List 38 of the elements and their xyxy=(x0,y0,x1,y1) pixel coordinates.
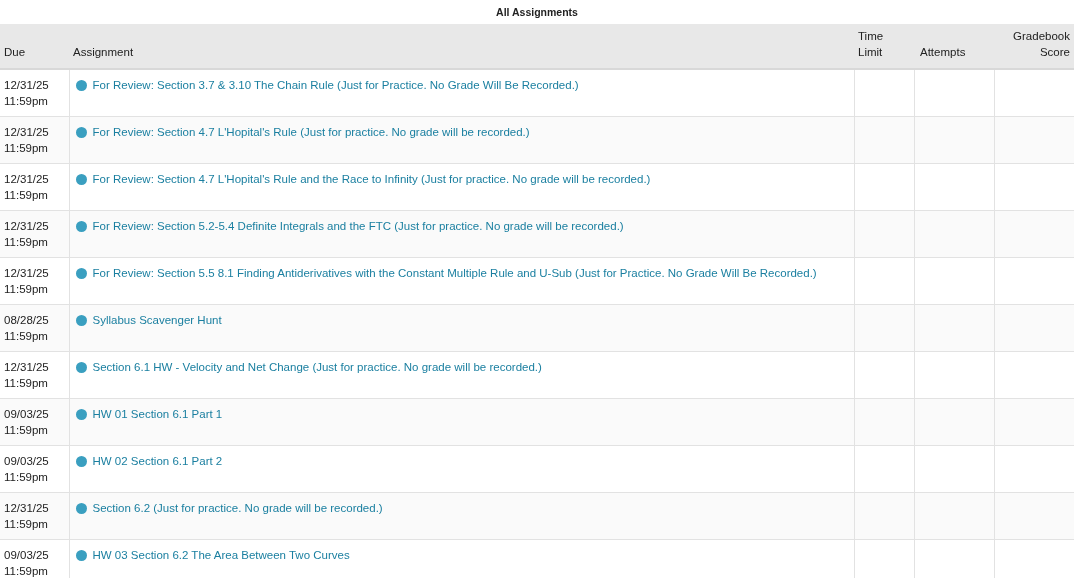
column-header: Time Limit xyxy=(858,29,884,60)
due-date: 08/28/25 11:59pm xyxy=(3,313,50,344)
column-header: Assignment xyxy=(73,45,134,60)
due-date: 12/31/25 11:59pm xyxy=(3,501,50,532)
due-date: 09/03/25 11:59pm xyxy=(3,548,50,578)
due-date: 12/31/25 11:59pm xyxy=(3,266,50,297)
due-date: 09/03/25 11:59pm xyxy=(3,407,50,438)
page-title: All Assignments xyxy=(495,5,579,20)
status-dot-icon xyxy=(75,315,87,326)
status-dot-icon xyxy=(75,221,87,232)
status-dot-icon xyxy=(75,362,87,373)
assignment-link[interactable]: For Review: Section 3.7 & 3.10 The Chain Rule (Just for Practice. No Grade Will Be Recorded.) xyxy=(92,78,579,93)
due-date: 12/31/25 11:59pm xyxy=(3,78,50,109)
status-dot-icon xyxy=(75,80,87,91)
due-date: 12/31/25 11:59pm xyxy=(3,360,50,391)
assignment-link[interactable]: HW 02 Section 6.1 Part 2 xyxy=(92,454,223,469)
assignment-link[interactable]: Section 6.2 (Just for practice. No grade will be recorded.) xyxy=(92,501,383,516)
column-header: Attempts xyxy=(920,45,966,60)
assignment-link[interactable]: For Review: Section 5.5 8.1 Finding Antiderivatives with the Constant Multiple Rule and U-Sub (Just for Practice. No Grade Will Be Recorded.) xyxy=(92,266,817,281)
assignment-link[interactable]: HW 01 Section 6.1 Part 1 xyxy=(92,407,223,422)
due-date: 12/31/25 11:59pm xyxy=(3,125,50,156)
status-dot-icon xyxy=(75,456,87,467)
column-header: Due xyxy=(4,45,26,60)
assignment-link[interactable]: For Review: Section 4.7 L'Hopital's Rule and the Race to Infinity (Just for practice. No grade will be recorded.) xyxy=(92,172,651,187)
assignment-link[interactable]: For Review: Section 4.7 L'Hopital's Rule (Just for practice. No grade will be recorded.) xyxy=(92,125,530,140)
assignment-link[interactable]: HW 03 Section 6.2 The Area Between Two Curves xyxy=(92,548,350,563)
assignment-link[interactable]: Syllabus Scavenger Hunt xyxy=(92,313,222,328)
column-header: Gradebook Score xyxy=(1013,29,1070,60)
status-dot-icon xyxy=(75,409,87,420)
due-date: 12/31/25 11:59pm xyxy=(3,172,50,203)
status-dot-icon xyxy=(75,127,87,138)
status-dot-icon xyxy=(75,503,87,514)
status-dot-icon xyxy=(75,268,87,279)
status-dot-icon xyxy=(75,550,87,561)
due-date: 09/03/25 11:59pm xyxy=(3,454,50,485)
status-dot-icon xyxy=(75,174,87,185)
due-date: 12/31/25 11:59pm xyxy=(3,219,50,250)
assignment-link[interactable]: Section 6.1 HW - Velocity and Net Change (Just for practice. No grade will be recorded.) xyxy=(92,360,542,375)
